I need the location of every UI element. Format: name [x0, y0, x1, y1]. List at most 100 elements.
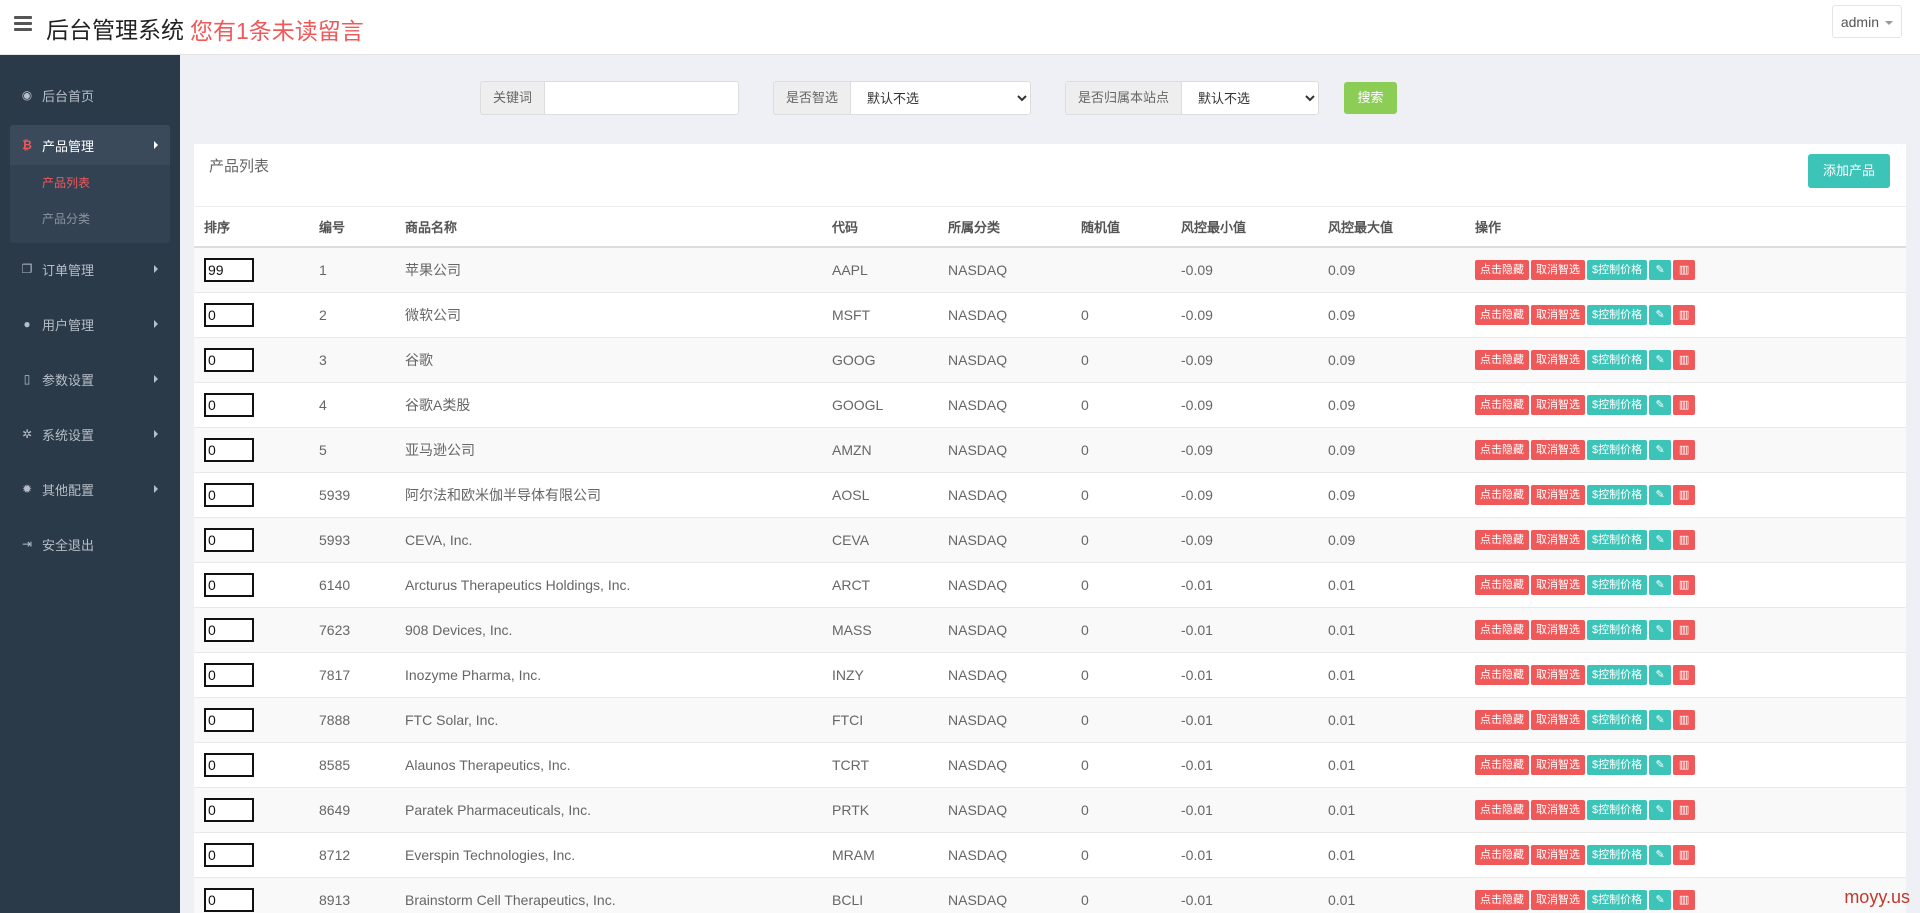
user-menu[interactable]: admin — [1831, 5, 1902, 38]
cancel-smart-button[interactable]: 取消智选 — [1531, 709, 1585, 730]
hide-button[interactable]: 点击隐藏 — [1475, 304, 1529, 325]
hide-button[interactable]: 点击隐藏 — [1475, 709, 1529, 730]
cancel-smart-button[interactable]: 取消智选 — [1531, 529, 1585, 550]
trash-icon[interactable]: ▥ — [1673, 259, 1696, 280]
edit-icon[interactable]: ✎ — [1649, 529, 1672, 550]
trash-icon[interactable]: ▥ — [1673, 574, 1696, 595]
hide-button[interactable]: 点击隐藏 — [1475, 799, 1529, 820]
cancel-smart-button[interactable]: 取消智选 — [1531, 394, 1585, 415]
control-price-button[interactable]: $控制价格 — [1587, 439, 1648, 460]
control-price-button[interactable]: $控制价格 — [1587, 529, 1648, 550]
trash-icon[interactable]: ▥ — [1673, 709, 1696, 730]
edit-icon[interactable]: ✎ — [1649, 574, 1672, 595]
edit-icon[interactable]: ✎ — [1649, 664, 1672, 685]
control-price-button[interactable]: $控制价格 — [1587, 799, 1648, 820]
trash-icon[interactable]: ▥ — [1673, 619, 1696, 640]
trash-icon[interactable]: ▥ — [1673, 664, 1696, 685]
sort-order-input[interactable] — [204, 842, 254, 867]
sort-order-input[interactable] — [204, 347, 254, 372]
trash-icon[interactable]: ▥ — [1673, 349, 1696, 370]
add-product-button[interactable]: 添加产品 — [1808, 154, 1890, 188]
cancel-smart-button[interactable]: 取消智选 — [1531, 484, 1585, 505]
cancel-smart-button[interactable]: 取消智选 — [1531, 799, 1585, 820]
sort-order-input[interactable] — [204, 527, 254, 552]
edit-icon[interactable]: ✎ — [1649, 709, 1672, 730]
smart-select[interactable]: 默认不选 — [850, 81, 1032, 115]
edit-icon[interactable]: ✎ — [1649, 484, 1672, 505]
trash-icon[interactable]: ▥ — [1673, 529, 1696, 550]
hide-button[interactable]: 点击隐藏 — [1475, 529, 1529, 550]
sort-order-input[interactable] — [204, 482, 254, 507]
sort-order-input[interactable] — [204, 302, 254, 327]
trash-icon[interactable]: ▥ — [1673, 754, 1696, 775]
cancel-smart-button[interactable]: 取消智选 — [1531, 439, 1585, 460]
edit-icon[interactable]: ✎ — [1649, 754, 1672, 775]
trash-icon[interactable]: ▥ — [1673, 484, 1696, 505]
cancel-smart-button[interactable]: 取消智选 — [1531, 304, 1585, 325]
control-price-button[interactable]: $控制价格 — [1587, 664, 1648, 685]
sidebar-subitem-product-list[interactable]: 产品列表 — [10, 165, 170, 201]
search-button[interactable]: 搜索 — [1344, 82, 1397, 114]
hide-button[interactable]: 点击隐藏 — [1475, 754, 1529, 775]
sidebar-item-system[interactable]: ✲ 系统设置 — [10, 414, 170, 454]
trash-icon[interactable]: ▥ — [1673, 799, 1696, 820]
hide-button[interactable]: 点击隐藏 — [1475, 574, 1529, 595]
trash-icon[interactable]: ▥ — [1673, 844, 1696, 865]
control-price-button[interactable]: $控制价格 — [1587, 259, 1648, 280]
cancel-smart-button[interactable]: 取消智选 — [1531, 664, 1585, 685]
edit-icon[interactable]: ✎ — [1649, 619, 1672, 640]
edit-icon[interactable]: ✎ — [1649, 259, 1672, 280]
sort-order-input[interactable] — [204, 257, 254, 282]
sort-order-input[interactable] — [204, 752, 254, 777]
trash-icon[interactable]: ▥ — [1673, 889, 1696, 910]
hide-button[interactable]: 点击隐藏 — [1475, 664, 1529, 685]
edit-icon[interactable]: ✎ — [1649, 844, 1672, 865]
cancel-smart-button[interactable]: 取消智选 — [1531, 844, 1585, 865]
control-price-button[interactable]: $控制价格 — [1587, 889, 1648, 910]
cancel-smart-button[interactable]: 取消智选 — [1531, 889, 1585, 910]
cancel-smart-button[interactable]: 取消智选 — [1531, 754, 1585, 775]
sidebar-item-users[interactable]: ● 用户管理 — [10, 304, 170, 344]
hide-button[interactable]: 点击隐藏 — [1475, 439, 1529, 460]
hide-button[interactable]: 点击隐藏 — [1475, 889, 1529, 910]
edit-icon[interactable]: ✎ — [1649, 799, 1672, 820]
sidebar-item-home[interactable]: ◉ 后台首页 — [10, 75, 170, 115]
sidebar-item-orders[interactable]: ❐ 订单管理 — [10, 249, 170, 289]
trash-icon[interactable]: ▥ — [1673, 394, 1696, 415]
control-price-button[interactable]: $控制价格 — [1587, 844, 1648, 865]
menu-toggle-icon[interactable] — [14, 16, 32, 32]
control-price-button[interactable]: $控制价格 — [1587, 619, 1648, 640]
edit-icon[interactable]: ✎ — [1649, 349, 1672, 370]
edit-icon[interactable]: ✎ — [1649, 394, 1672, 415]
edit-icon[interactable]: ✎ — [1649, 439, 1672, 460]
keyword-input[interactable] — [544, 81, 740, 115]
sidebar-subitem-product-category[interactable]: 产品分类 — [10, 201, 170, 237]
sort-order-input[interactable] — [204, 572, 254, 597]
site-select[interactable]: 默认不选 — [1181, 81, 1320, 115]
edit-icon[interactable]: ✎ — [1649, 304, 1672, 325]
sidebar-item-products[interactable]: ₿ 产品管理 — [10, 125, 170, 165]
hide-button[interactable]: 点击隐藏 — [1475, 394, 1529, 415]
hide-button[interactable]: 点击隐藏 — [1475, 619, 1529, 640]
hide-button[interactable]: 点击隐藏 — [1475, 484, 1529, 505]
sort-order-input[interactable] — [204, 617, 254, 642]
sidebar-item-logout[interactable]: ⇥ 安全退出 — [10, 524, 170, 564]
edit-icon[interactable]: ✎ — [1649, 889, 1672, 910]
sort-order-input[interactable] — [204, 887, 254, 912]
cancel-smart-button[interactable]: 取消智选 — [1531, 619, 1585, 640]
sidebar-item-params[interactable]: ▯ 参数设置 — [10, 359, 170, 399]
sort-order-input[interactable] — [204, 707, 254, 732]
cancel-smart-button[interactable]: 取消智选 — [1531, 349, 1585, 370]
trash-icon[interactable]: ▥ — [1673, 304, 1696, 325]
control-price-button[interactable]: $控制价格 — [1587, 574, 1648, 595]
control-price-button[interactable]: $控制价格 — [1587, 709, 1648, 730]
cancel-smart-button[interactable]: 取消智选 — [1531, 259, 1585, 280]
sort-order-input[interactable] — [204, 662, 254, 687]
control-price-button[interactable]: $控制价格 — [1587, 484, 1648, 505]
hide-button[interactable]: 点击隐藏 — [1475, 259, 1529, 280]
control-price-button[interactable]: $控制价格 — [1587, 349, 1648, 370]
sort-order-input[interactable] — [204, 437, 254, 462]
hide-button[interactable]: 点击隐藏 — [1475, 844, 1529, 865]
control-price-button[interactable]: $控制价格 — [1587, 754, 1648, 775]
sort-order-input[interactable] — [204, 797, 254, 822]
